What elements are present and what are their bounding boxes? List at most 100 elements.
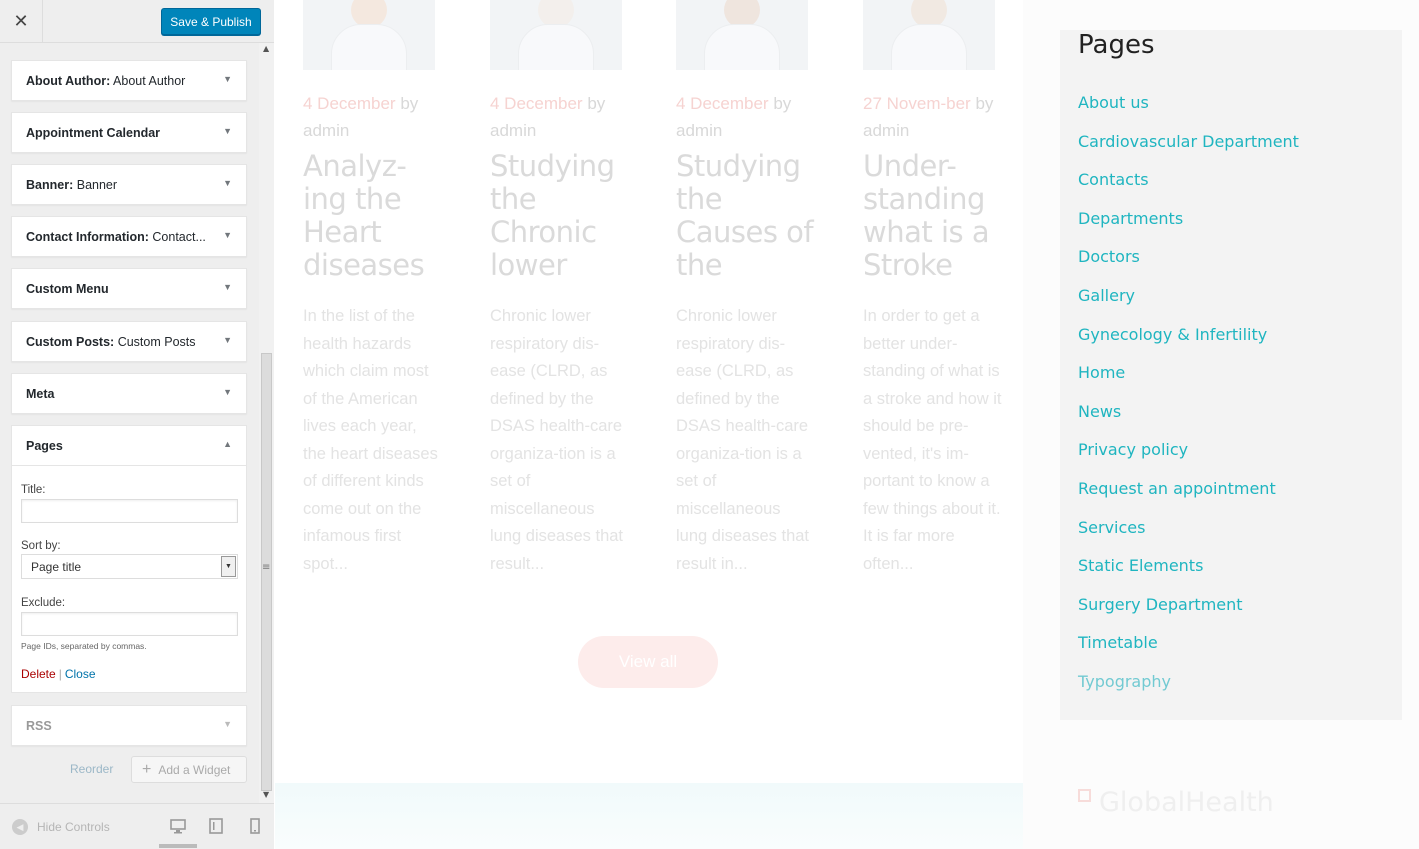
scroll-grip-icon: ≡ [262,562,271,573]
customizer-footer: ◀ Hide Controls [0,803,274,849]
exclude-hint: Page IDs, separated by commas. [21,641,147,651]
page-link[interactable]: Departments [1078,206,1299,245]
pages-widget: Pages About us Cardiovascular Department… [1060,30,1402,720]
widget-about-author[interactable]: About Author: About Author ▼ [11,60,247,101]
delete-link[interactable]: Delete [21,667,56,681]
plus-icon: + [142,760,152,778]
page-link[interactable]: Cardiovascular Department [1078,129,1299,168]
widget-subtitle: About Author [113,74,186,88]
colon: : [106,74,111,88]
widget-custom-posts[interactable]: Custom Posts: Custom Posts ▼ [11,321,247,362]
exclude-label: Exclude: [21,597,66,609]
title-field-label: Title: [21,484,46,496]
post-thumbnail[interactable] [490,0,622,70]
post-date[interactable]: 4 December [676,94,769,113]
widget-pages-expanded: Pages ▲ Title: Sort by: Page title ▼ Exc… [11,425,247,693]
post-title[interactable]: Under-standing what is a Stroke [863,150,1003,282]
widget-name: Custom Posts [26,335,111,349]
expand-arrow-icon[interactable]: ▼ [223,719,232,729]
page-link[interactable]: Timetable [1078,630,1299,669]
widget-subtitle: Custom Posts [117,335,196,349]
post-title[interactable]: Studying the Causes of the [676,150,816,282]
desktop-preview-icon[interactable] [170,818,186,834]
dropdown-arrow-icon[interactable]: ▼ [221,556,236,577]
logo-icon [1078,789,1091,802]
customizer-header: ✕ Save & Publish [0,0,274,43]
widget-contact-information[interactable]: Contact Information: Contact... ▼ [11,216,247,257]
post-thumbnail[interactable] [303,0,435,70]
brand-name: GlobalHealth [1099,787,1274,818]
widget-rss[interactable]: RSS ▼ [11,705,247,746]
page-link[interactable]: Privacy policy [1078,437,1299,476]
hide-controls-label: Hide Controls [37,820,110,834]
view-all-label: View all [618,652,678,671]
hide-controls-button[interactable]: ◀ Hide Controls [12,819,110,835]
page-link[interactable]: News [1078,399,1299,438]
page-link[interactable]: Surgery Department [1078,592,1299,631]
site-preview: 4 December by admin Analyz-ing the Heart… [275,0,1419,849]
expand-arrow-icon[interactable]: ▼ [223,126,232,136]
page-link[interactable]: Doctors [1078,244,1299,283]
page-link[interactable]: Contacts [1078,167,1299,206]
expand-arrow-icon[interactable]: ▼ [223,178,232,188]
post-date[interactable]: 27 Novem-ber [863,94,971,113]
expand-arrow-icon[interactable]: ▼ [223,387,232,397]
collapse-arrow-icon[interactable]: ▲ [223,439,232,449]
expand-arrow-icon[interactable]: ▼ [223,282,232,292]
customizer-sidebar: About Author: About Author ▼ Appointment… [0,0,274,849]
footer-band [275,783,1023,849]
pages-list: About us Cardiovascular Department Conta… [1078,90,1299,708]
close-icon: ✕ [13,11,29,32]
widget-name: Meta [26,387,55,401]
page-link[interactable]: About us [1078,90,1299,129]
save-publish-button[interactable]: Save & Publish [161,8,261,35]
colon: : [144,230,149,244]
post-title[interactable]: Analyz-ing the Heart diseases [303,150,443,282]
view-all-button[interactable]: View all [578,636,718,688]
widget-meta[interactable]: Meta ▼ [11,373,247,414]
widget-list-scroll-area[interactable]: About Author: About Author ▼ Appointment… [0,43,274,803]
page-link[interactable]: Request an appointment [1078,476,1299,515]
page-link[interactable]: Gynecology & Infertility [1078,322,1299,361]
post-title[interactable]: Studying the Chronic lower [490,150,630,282]
widget-appointment-calendar[interactable]: Appointment Calendar ▼ [11,112,247,153]
page-link[interactable]: Home [1078,360,1299,399]
title-input[interactable] [21,499,238,523]
mobile-preview-icon[interactable] [247,818,263,834]
post-excerpt: In the list of the health hazards which … [303,307,438,573]
post-thumbnail[interactable] [676,0,808,70]
expand-arrow-icon[interactable]: ▼ [223,335,232,345]
scroll-up-icon[interactable]: ▲ [263,44,269,53]
add-widget-button[interactable]: + Add a Widget [131,756,247,783]
widget-name: RSS [26,719,52,733]
expand-arrow-icon[interactable]: ▼ [223,74,232,84]
widget-actions: Delete | Close [21,667,96,681]
widget-pages-header[interactable]: Pages ▲ [12,426,246,466]
close-customizer-button[interactable]: ✕ [0,0,43,43]
add-widget-label: Add a Widget [158,762,231,777]
exclude-input[interactable] [21,612,238,636]
post-excerpt: In order to get a better under-standing … [863,307,1002,573]
widget-custom-menu[interactable]: Custom Menu ▼ [11,268,247,309]
close-link[interactable]: Close [65,667,96,681]
brand-logo[interactable]: GlobalHealth [1078,787,1274,818]
widget-name: Pages [26,439,63,453]
post-date[interactable]: 4 December [490,94,583,113]
widget-name: Banner [26,178,70,192]
post-thumbnail[interactable] [863,0,995,70]
page-link[interactable]: Services [1078,515,1299,554]
sort-by-select[interactable]: Page title ▼ [21,554,238,579]
widget-name: Contact Information [26,230,145,244]
page-link[interactable]: Static Elements [1078,553,1299,592]
post-date[interactable]: 4 December [303,94,396,113]
reorder-link[interactable]: Reorder [70,762,113,776]
widget-name: Custom Menu [26,282,109,296]
widget-name: Appointment Calendar [26,126,161,140]
page-link[interactable]: Typography [1078,669,1299,708]
page-link[interactable]: Gallery [1078,283,1299,322]
tablet-preview-icon[interactable] [208,818,224,834]
expand-arrow-icon[interactable]: ▼ [223,230,232,240]
widget-banner[interactable]: Banner: Banner ▼ [11,164,247,205]
collapse-left-icon: ◀ [12,819,28,835]
scroll-down-icon[interactable]: ▼ [263,790,269,799]
